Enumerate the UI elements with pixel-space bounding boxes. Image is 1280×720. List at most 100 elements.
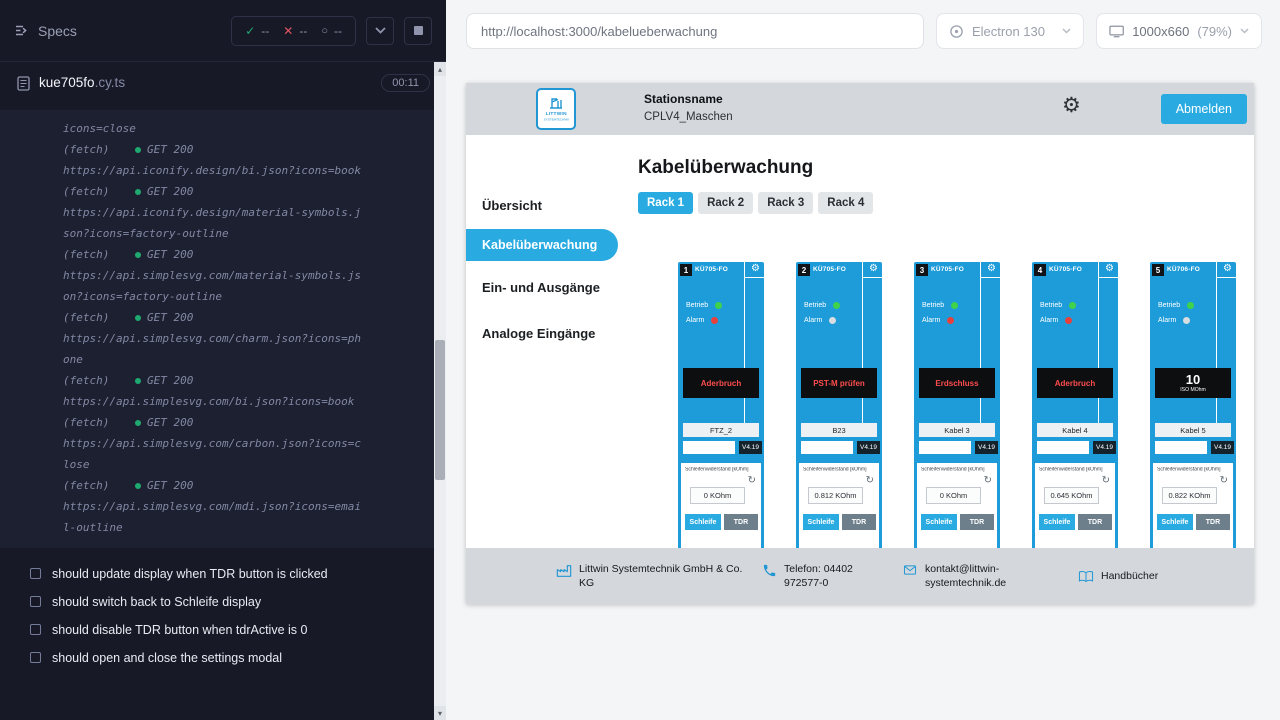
app-under-test: LITTWIN SYSTEMTECHNIK Stationsname CPLV4… [466,83,1254,604]
schleife-button[interactable]: Schleife [1157,514,1193,530]
measurement-panel: Schleifenwiderstand [kOhm] ↻ 0.645 KOhm … [1035,463,1115,548]
specs-menu[interactable]: Specs [14,23,77,39]
alarm-led [1065,317,1072,324]
status-ok-dot-icon [135,147,141,153]
betrieb-label: Betrieb [1158,302,1180,309]
betrieb-row: Betrieb [922,302,958,309]
status-ok-dot-icon [135,483,141,489]
log-status: GET 200 [147,307,193,328]
refresh-icon[interactable]: ↻ [1220,476,1228,486]
device-gear-icon[interactable]: ⚙ [1105,264,1114,274]
rack-tab[interactable]: Rack 3 [758,192,813,214]
refresh-icon[interactable]: ↻ [748,476,756,486]
viewport-select[interactable]: 1000x660 (79%) [1096,13,1262,49]
test-item[interactable]: should disable TDR button when tdrActive… [0,616,446,644]
cypress-topbar: Specs ✓-- ✕-- ○-- [0,0,446,62]
version-row: V4.19 [1037,441,1116,454]
mode-buttons: Schleife TDR [921,514,994,530]
log-entry[interactable]: (fetch) GET 200 https://api.simplesvg.co… [63,475,426,538]
betrieb-led [1187,302,1194,309]
nav-item-label: Übersicht [482,198,542,213]
log-entry[interactable]: (fetch) GET 200 https://api.iconify.desi… [63,139,426,181]
rack-tab[interactable]: Rack 2 [698,192,753,214]
rack-tab[interactable]: Rack 1 [638,192,693,214]
log-url: https://api.iconify.design/material-symb… [63,202,364,244]
alarm-row: Alarm [922,317,954,324]
schleife-button[interactable]: Schleife [1039,514,1075,530]
firmware-version: V4.19 [857,441,880,454]
log-entry[interactable]: (fetch) GET 200 https://api.simplesvg.co… [63,412,426,475]
manuals-text: Handbücher [1101,569,1158,583]
log-command: (fetch) [63,307,135,328]
panel-divider [1098,262,1099,430]
phone-info: Telefon: 04402 972577-0 [762,562,892,590]
schleife-button[interactable]: Schleife [803,514,839,530]
device-model: KÜ706-FO [1167,266,1200,273]
status-ok-dot-icon [135,189,141,195]
nav-item[interactable]: Kabelüberwachung [466,229,618,261]
nav-item[interactable]: Übersicht [466,185,626,225]
device-gear-icon[interactable]: ⚙ [987,264,996,274]
logout-button[interactable]: Abmelden [1161,94,1247,124]
log-entry[interactable]: (fetch) GET 200 https://api.simplesvg.co… [63,307,426,370]
settings-gear-icon[interactable]: ⚙ [1062,95,1081,116]
device-gear-icon[interactable]: ⚙ [869,264,878,274]
stat-passed: ✓-- [245,24,269,38]
log-entry[interactable]: (fetch) GET 200 https://api.simplesvg.co… [63,244,426,307]
rack-tab-label: Rack 1 [647,197,684,209]
scroll-down-arrow[interactable]: ▾ [434,706,446,720]
test-item[interactable]: should switch back to Schleife display [0,588,446,616]
stop-button[interactable] [404,17,432,45]
app-footer: Littwin Systemtechnik GmbH & Co. KG Tele… [466,548,1254,604]
refresh-icon[interactable]: ↻ [866,476,874,486]
betrieb-label: Betrieb [804,302,826,309]
tdr-button[interactable]: TDR [960,514,994,530]
tdr-button[interactable]: TDR [842,514,876,530]
scrollbar-thumb[interactable] [435,340,445,480]
browser-select[interactable]: Electron 130 [936,13,1084,49]
log-entry[interactable]: (fetch) GET 200 https://api.iconify.desi… [63,181,426,244]
measurement-label: Schleifenwiderstand [kOhm] [803,467,865,472]
url-input[interactable] [466,13,924,49]
device-gear-icon[interactable]: ⚙ [751,264,760,274]
alarm-row: Alarm [1040,317,1072,324]
refresh-icon[interactable]: ↻ [1102,476,1110,486]
tdr-button[interactable]: TDR [1196,514,1230,530]
firmware-version: V4.19 [975,441,998,454]
chevron-down-icon [1062,28,1071,34]
test-label: should update display when TDR button is… [52,565,328,583]
log-entry[interactable]: (fetch) GET 200 https://api.simplesvg.co… [63,370,426,412]
spec-header: kue705fo.cy.ts 00:11 [0,62,446,104]
measurement-label: Schleifenwiderstand [kOhm] [1039,467,1101,472]
device-gear-icon[interactable]: ⚙ [1223,264,1232,274]
refresh-icon[interactable]: ↻ [984,476,992,486]
spec-timer: 00:11 [381,74,430,92]
schleife-button[interactable]: Schleife [685,514,721,530]
collapse-button[interactable] [366,17,394,45]
app-content: Kabelüberwachung Rack 1 Rack 2 [626,135,1254,548]
rack-tab[interactable]: Rack 4 [818,192,873,214]
test-label: should switch back to Schleife display [52,593,261,611]
tdr-button[interactable]: TDR [724,514,758,530]
tdr-button[interactable]: TDR [1078,514,1112,530]
manuals-link[interactable]: Handbücher [1078,568,1158,584]
alarm-row: Alarm [1158,317,1190,324]
littwin-logo: LITTWIN SYSTEMTECHNIK [536,88,576,130]
reporter-scrollbar[interactable]: ▴ ▾ [434,62,446,720]
alarm-label: Alarm [804,317,822,324]
test-item[interactable]: should open and close the settings modal [0,644,446,672]
test-item[interactable]: should update display when TDR button is… [0,560,446,588]
cable-name: Kabel 3 [919,423,995,437]
device-model: KÜ705-FO [813,266,846,273]
scroll-up-arrow[interactable]: ▴ [434,62,446,76]
alarm-led [947,317,954,324]
specs-list-icon [14,23,29,38]
measurement-value: 0 KOhm [690,487,745,504]
test-label: should disable TDR button when tdrActive… [52,621,307,639]
mode-buttons: Schleife TDR [1157,514,1230,530]
nav-item[interactable]: Ein- und Ausgänge [466,267,626,307]
schleife-button[interactable]: Schleife [921,514,957,530]
station-value: CPLV4_Maschen [644,111,733,123]
firmware-version: V4.19 [1211,441,1234,454]
nav-item[interactable]: Analoge Eingänge [466,313,626,353]
